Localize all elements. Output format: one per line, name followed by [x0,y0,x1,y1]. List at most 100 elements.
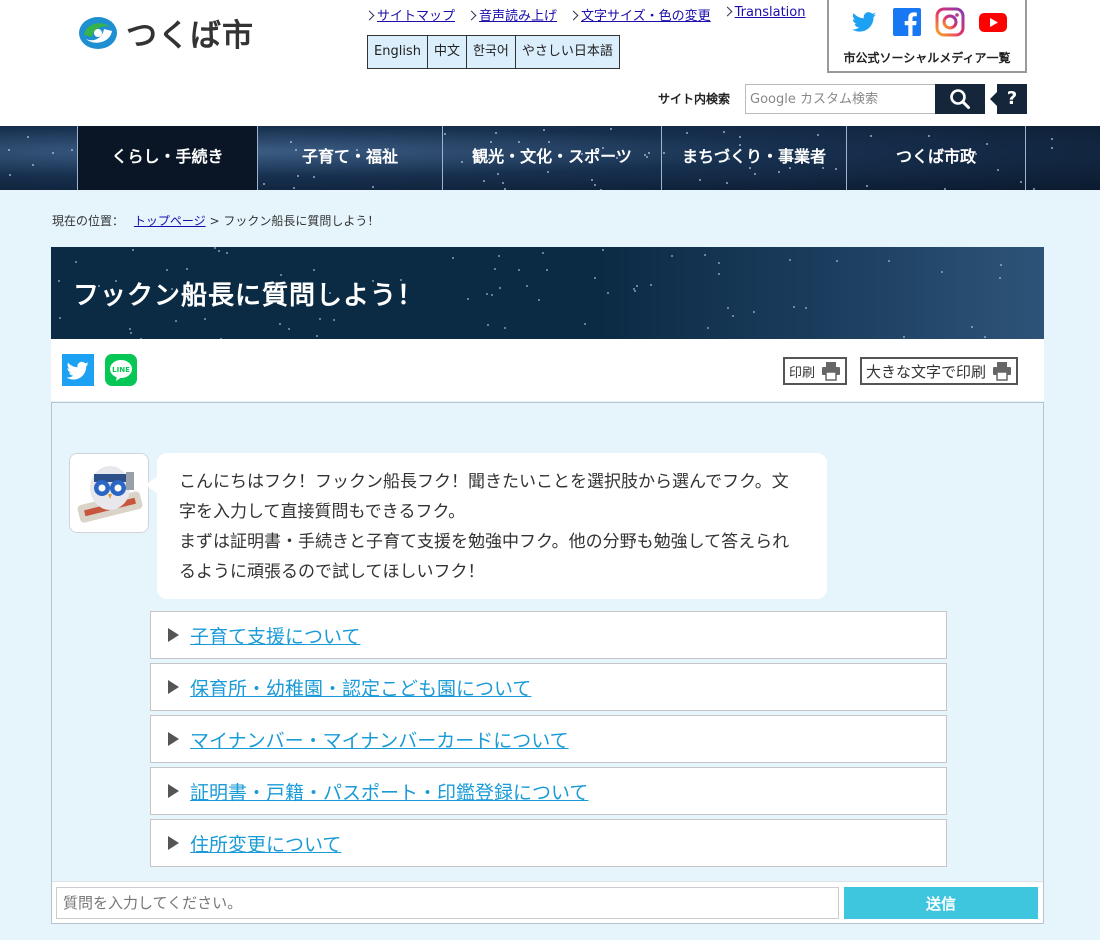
font-size-color-link[interactable]: 文字サイズ・色の変更 [568,5,711,24]
chat-option-address-change[interactable]: 住所変更について [150,819,947,867]
star-decoration [983,336,986,339]
utility-links: サイトマップ 音声読み上げ 文字サイズ・色の変更 Translation [364,5,819,24]
search-icon [950,89,970,109]
chat-option-childcare-support[interactable]: 子育て支援について [150,611,947,659]
star-decoration [546,268,549,271]
star-decoration [999,276,1002,279]
star-decoration [584,323,587,326]
translation-link[interactable]: Translation [722,5,806,24]
star-decoration [788,259,791,262]
social-media-caption[interactable]: 市公式ソーシャルメディア一覧 [829,49,1025,66]
nav-item-living[interactable]: くらし・手続き [77,126,257,190]
star-decoration [132,248,135,251]
facebook-icon[interactable] [892,7,922,37]
star-decoration [732,314,735,317]
star-decoration [26,135,29,138]
breadcrumb-home-link[interactable]: トップページ [134,214,206,228]
translation-link-label: Translation [734,5,806,20]
star-decoration [287,328,290,331]
breadcrumb: 現在の位置： トップページ > フックン船長に質問しよう！ [52,212,379,229]
star-decoration [129,327,131,330]
page-title-bar: フックン船長に質問しよう！ [51,247,1044,339]
svg-text:LINE: LINE [112,366,130,374]
star-decoration [175,319,178,322]
star-decoration [70,148,73,151]
chat-option-label: 証明書・戸籍・パスポート・印鑑登録について [190,781,589,804]
chevron-right-icon [722,6,733,17]
print-button[interactable]: 印刷 [783,357,848,385]
star-decoration [7,149,10,152]
star-decoration [333,318,336,321]
star-decoration [52,152,55,155]
star-decoration [32,164,35,167]
chat-option-nursery-kindergarten[interactable]: 保育所・幼稚園・認定こども園について [150,663,947,711]
nav-item-city-government[interactable]: つくば市政 [846,126,1026,190]
triangle-right-icon [168,628,179,642]
youtube-icon[interactable] [978,7,1008,37]
nav-item-town-planning[interactable]: まちづくり・事業者 [661,126,846,190]
chat-option-certificates[interactable]: 証明書・戸籍・パスポート・印鑑登録について [150,767,947,815]
lang-chinese-button[interactable]: 中文 [428,36,467,68]
language-selector: English 中文 한국어 やさしい日本語 [367,35,620,69]
lang-english-button[interactable]: English [368,36,428,68]
twitter-share-button[interactable] [62,354,94,386]
star-decoration [793,305,796,308]
lang-easy-japanese-button[interactable]: やさしい日本語 [516,36,619,68]
chat-option-label: 住所変更について [190,833,342,856]
star-decoration [836,259,839,262]
breadcrumb-separator: > [209,214,220,228]
font-size-color-link-label: 文字サイズ・色の変更 [581,9,711,24]
star-decoration [279,323,282,326]
star-decoration [315,334,318,337]
star-decoration [451,257,454,260]
chat-option-label: 保育所・幼稚園・認定こども園について [190,677,532,700]
star-decoration [537,298,540,301]
star-decoration [753,311,756,314]
star-decoration [518,268,521,271]
star-decoration [214,247,217,250]
nav-item-tourism[interactable]: 観光・文化・スポーツ [442,126,661,190]
sitemap-link-label: サイトマップ [377,9,456,24]
star-decoration [218,250,221,253]
question-input[interactable] [56,887,839,919]
star-decoration [601,249,604,252]
star-decoration [486,324,489,327]
lang-korean-button[interactable]: 한국어 [467,36,516,68]
star-decoration [727,306,730,309]
text-to-speech-link[interactable]: 音声読み上げ [466,5,557,24]
chat-option-my-number[interactable]: マイナンバー・マイナンバーカードについて [150,715,947,763]
print-large-text-button[interactable]: 大きな文字で印刷 [860,357,1019,385]
star-decoration [706,327,709,329]
star-decoration [718,261,721,264]
chat-message-bubble: こんにちはフク！フックン船長フク！聞きたいことを選択肢から選んでフク。文字を入力… [145,453,827,599]
star-decoration [1000,264,1002,267]
breadcrumb-prefix: 現在の位置： [52,214,125,228]
main-content: 現在の位置： トップページ > フックン船長に質問しよう！ フックン船長に質問し… [0,190,1100,940]
triangle-right-icon [168,836,179,850]
send-button[interactable]: 送信 [844,887,1038,919]
search-input[interactable] [745,84,935,114]
printer-icon [822,362,841,381]
star-decoration [903,336,906,339]
star-decoration [491,293,494,296]
chevron-right-icon [466,10,477,21]
star-decoration [225,251,228,254]
instagram-icon[interactable] [935,7,965,37]
chat-message-text: こんにちはフク！フックン船長フク！聞きたいことを選択肢から選んでフク。文字を入力… [179,472,790,582]
site-logo[interactable]: つくば市 [76,10,254,55]
sitemap-link[interactable]: サイトマップ [364,5,456,24]
search-button[interactable] [935,84,985,114]
chat-option-label: 子育て支援について [190,625,361,648]
triangle-right-icon [168,732,179,746]
star-decoration [75,261,78,264]
line-share-button[interactable]: LINE [105,354,137,386]
chatbot-panel: こんにちはフク！フックン船長フク！聞きたいことを選択肢から選んでフク。文字を入力… [51,402,1044,924]
search-help-button[interactable]: ? [990,84,1027,114]
star-decoration [486,292,489,295]
owl-captain-icon [77,466,143,523]
nav-item-childcare[interactable]: 子育て・福祉 [257,126,442,190]
star-decoration [203,318,206,321]
twitter-icon[interactable] [849,7,879,37]
global-nav: くらし・手続き 子育て・福祉 観光・文化・スポーツ まちづくり・事業者 つくば市… [0,126,1100,190]
nav-items: くらし・手続き 子育て・福祉 観光・文化・スポーツ まちづくり・事業者 つくば市… [77,126,1026,190]
